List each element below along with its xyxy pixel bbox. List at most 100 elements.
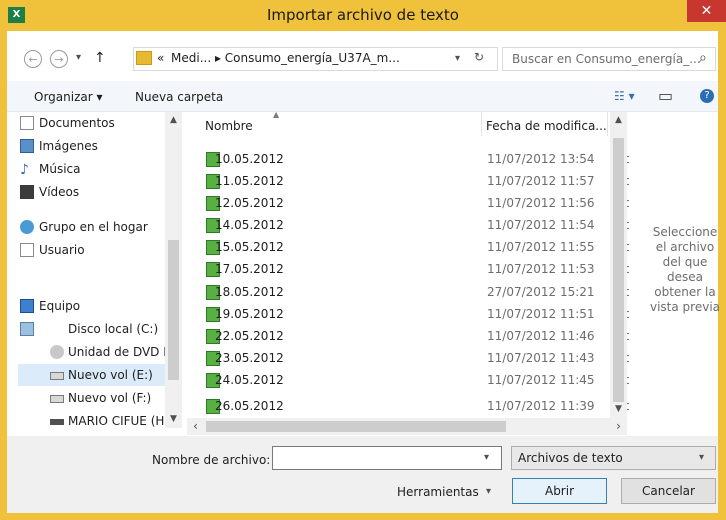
sidebar-item-imagenes[interactable]: Imágenes: [18, 135, 168, 157]
scroll-down-icon[interactable]: ▼: [610, 401, 627, 418]
sidebar-item-usuario[interactable]: Usuario: [18, 239, 168, 261]
back-button[interactable]: ←: [24, 50, 42, 68]
column-header-date[interactable]: Fecha de modifica...: [486, 119, 607, 133]
sidebar-item-label: Disco local (C:): [68, 322, 159, 336]
tools-menu[interactable]: Herramientas: [397, 485, 479, 499]
sidebar-item-dvd[interactable]: Unidad de DVD R: [18, 341, 168, 363]
file-row[interactable]: 14.05.201211/07/2012 11:54Arcl: [190, 216, 629, 235]
music-icon: ♪: [20, 162, 29, 178]
sidebar-item-musica[interactable]: ♪ Música: [18, 158, 168, 180]
sidebar-item-grupo-hogar[interactable]: Grupo en el hogar: [18, 216, 168, 238]
horizontal-scroll-thumb[interactable]: [206, 421, 506, 432]
file-date: 11/07/2012 11:55: [487, 240, 595, 254]
preview-pane-button[interactable]: ▭: [658, 86, 673, 105]
file-row[interactable]: 12.05.201211/07/2012 11:56Arcl: [190, 194, 629, 213]
file-list-scroll-thumb[interactable]: [613, 138, 624, 402]
column-header-name[interactable]: Nombre: [205, 119, 253, 133]
file-date: 27/07/2012 15:21: [487, 285, 595, 299]
sidebar-scrollbar[interactable]: ▲ ▼: [165, 112, 182, 428]
help-button[interactable]: ?: [700, 89, 714, 103]
sidebar-item-usb[interactable]: MARIO CIFUE (H: [18, 410, 168, 432]
dvd-icon: [50, 345, 64, 359]
preview-line: Seleccione: [652, 225, 718, 239]
breadcrumb[interactable]: Medi... ▸ Consumo_energía_U37A_m...: [171, 51, 400, 65]
up-button[interactable]: ↑: [94, 50, 106, 66]
filename-dropdown-icon[interactable]: ▾: [484, 452, 489, 463]
scroll-left-icon[interactable]: ‹: [187, 418, 204, 435]
file-row[interactable]: 15.05.201211/07/2012 11:55Arcl: [190, 238, 629, 257]
file-name: 10.05.2012: [215, 152, 284, 166]
recent-locations-button[interactable]: ▾: [76, 52, 81, 63]
toolbar: [7, 81, 718, 112]
file-row[interactable]: 11.05.201211/07/2012 11:57Arcl: [190, 172, 629, 191]
preview-line: vista previa: [649, 300, 721, 314]
tools-dropdown-icon[interactable]: ▾: [486, 486, 491, 497]
file-row[interactable]: 10.05.201211/07/2012 13:54Arcl: [190, 150, 629, 169]
address-dropdown-icon[interactable]: ▾: [455, 53, 460, 64]
cancel-button[interactable]: Cancelar: [621, 478, 716, 504]
sidebar-scroll-thumb[interactable]: [168, 240, 179, 380]
drive-icon: [20, 322, 34, 336]
file-list-horizontal-scrollbar[interactable]: ‹ ›: [187, 418, 627, 435]
sidebar-item-nuevo-vol-f[interactable]: Nuevo vol (F:): [18, 387, 168, 409]
sidebar-item-label: Vídeos: [39, 185, 80, 199]
file-date: 11/07/2012 11:45: [487, 373, 595, 387]
file-list-vertical-scrollbar[interactable]: ▲ ▼: [610, 112, 627, 418]
filetype-dropdown-icon[interactable]: ▾: [699, 452, 704, 463]
organize-menu[interactable]: Organizar ▾: [34, 90, 103, 104]
sidebar-item-label: Nuevo vol (F:): [68, 391, 152, 405]
file-name: 17.05.2012: [215, 262, 284, 276]
scroll-up-icon[interactable]: ▲: [165, 112, 182, 129]
sidebar-item-equipo[interactable]: Equipo: [18, 295, 168, 317]
sidebar-item-videos[interactable]: Vídeos: [18, 181, 168, 203]
file-row[interactable]: 22.05.201211/07/2012 11:46Arcl: [190, 327, 629, 346]
document-icon: [20, 116, 34, 130]
search-icon[interactable]: ⌕: [699, 50, 707, 66]
sidebar-item-label: Grupo en el hogar: [39, 220, 148, 234]
file-row[interactable]: 24.05.201211/07/2012 11:45Arcl: [190, 371, 629, 390]
pictures-icon: [20, 139, 34, 153]
folder-icon: [136, 51, 152, 65]
breadcrumb-prefix[interactable]: «: [157, 51, 164, 65]
scroll-up-icon[interactable]: ▲: [610, 112, 627, 129]
sidebar-item-documentos[interactable]: Documentos: [18, 112, 168, 134]
window-title: Importar archivo de texto: [267, 6, 459, 24]
computer-icon: [20, 299, 34, 313]
filename-label: Nombre de archivo:: [152, 453, 271, 467]
scroll-right-icon[interactable]: ›: [610, 418, 627, 435]
file-date: 11/07/2012 13:54: [487, 152, 595, 166]
file-row[interactable]: 19.05.201211/07/2012 11:51Arcl: [190, 305, 629, 324]
refresh-button[interactable]: ↻: [474, 50, 484, 64]
file-date: 11/07/2012 11:46: [487, 329, 595, 343]
column-divider[interactable]: [481, 112, 482, 136]
file-name: 19.05.2012: [215, 307, 284, 321]
scroll-down-icon[interactable]: ▼: [165, 411, 182, 428]
file-row[interactable]: 17.05.201211/07/2012 11:53Arcl: [190, 260, 629, 279]
open-button[interactable]: Abrir: [512, 478, 607, 504]
search-input[interactable]: Buscar en Consumo_energía_...: [512, 52, 701, 66]
file-date: 11/07/2012 11:56: [487, 196, 595, 210]
file-name: 12.05.2012: [215, 196, 284, 210]
forward-button[interactable]: →: [50, 50, 68, 68]
file-row[interactable]: 18.05.201227/07/2012 15:21Arcl: [190, 283, 629, 302]
new-folder-button[interactable]: Nueva carpeta: [135, 90, 223, 104]
sidebar-item-label: Imágenes: [39, 139, 98, 153]
user-icon: [20, 243, 34, 257]
sidebar-item-label: Equipo: [39, 299, 81, 313]
file-date: 11/07/2012 11:54: [487, 218, 595, 232]
navigation-pane: Documentos Imágenes ♪ Música Vídeos Grup…: [18, 112, 182, 428]
close-button[interactable]: ✕: [687, 0, 726, 22]
view-options-button[interactable]: ☷ ▾: [614, 89, 635, 103]
column-divider[interactable]: [607, 112, 608, 136]
sidebar-item-nuevo-vol-e[interactable]: Nuevo vol (E:): [18, 364, 165, 386]
file-date: 11/07/2012 11:39: [487, 399, 595, 413]
sidebar-item-disco-c[interactable]: Disco local (C:): [18, 318, 168, 340]
filename-input[interactable]: [272, 446, 502, 470]
preview-line: el archivo: [655, 240, 715, 254]
file-name: 14.05.2012: [215, 218, 284, 232]
preview-line: desea: [667, 270, 703, 284]
file-row[interactable]: 26.05.201211/07/2012 11:39Arcl: [190, 397, 629, 416]
sidebar-item-label: Unidad de DVD R: [68, 345, 168, 359]
file-row[interactable]: 23.05.201211/07/2012 11:43Arcl: [190, 349, 629, 368]
filetype-value: Archivos de texto: [518, 451, 623, 465]
